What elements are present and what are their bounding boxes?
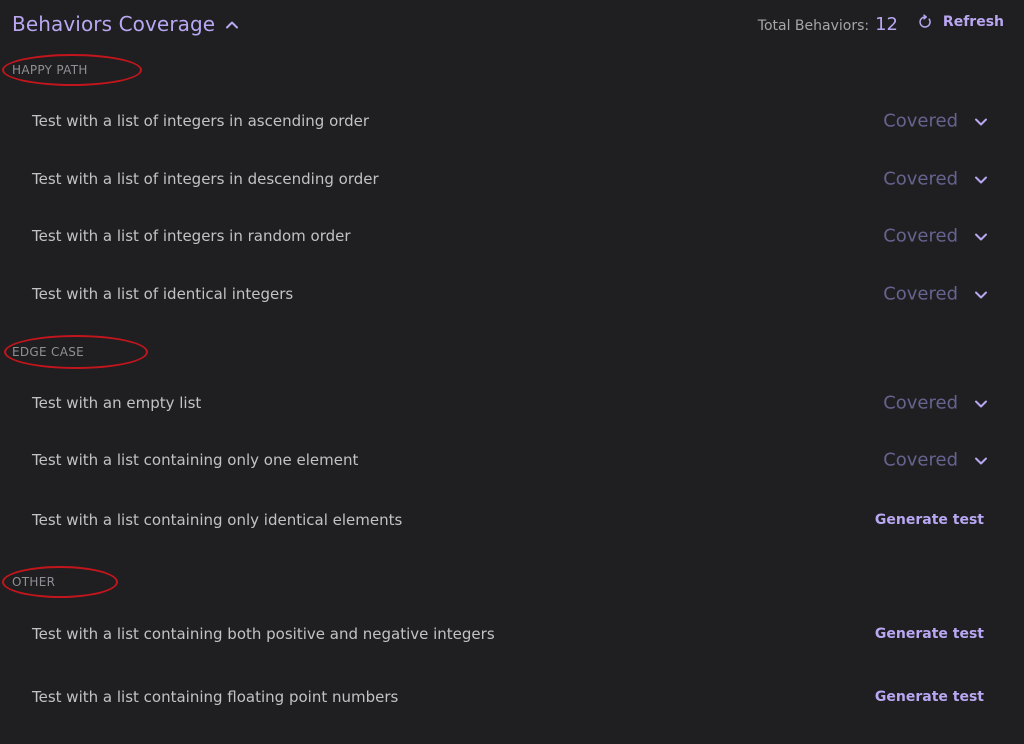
covered-status: Covered: [883, 283, 958, 305]
behavior-text: Test with a list of identical integers: [32, 285, 294, 303]
chevron-down-icon[interactable]: [974, 396, 988, 410]
generate-test-button[interactable]: Generate test: [875, 512, 984, 528]
behavior-text: Test with a list of integers in random o…: [32, 227, 351, 245]
covered-status: Covered: [883, 168, 958, 190]
behavior-text: Test with a list containing floating poi…: [32, 688, 399, 706]
covered-status: Covered: [883, 392, 958, 414]
refresh-icon: [917, 14, 933, 30]
total-behaviors: Total Behaviors: 12: [758, 14, 898, 35]
behavior-text: Test with a list containing only identic…: [32, 511, 403, 529]
behavior-row: Test with a list containing both positiv…: [0, 614, 1024, 654]
behavior-row[interactable]: Test with a list of integers in ascendin…: [0, 101, 1024, 141]
section-label-edge-case: EDGE CASE: [12, 345, 85, 359]
covered-status: Covered: [883, 449, 958, 471]
collapse-toggle[interactable]: Behaviors Coverage: [12, 12, 239, 36]
chevron-down-icon[interactable]: [974, 229, 988, 243]
total-behaviors-count: 12: [875, 14, 898, 35]
behavior-text: Test with a list containing only one ele…: [32, 451, 359, 469]
behavior-row[interactable]: Test with a list of integers in descendi…: [0, 159, 1024, 199]
behavior-text: Test with a list containing both positiv…: [32, 625, 495, 643]
section-label-other: OTHER: [12, 575, 56, 589]
behavior-row[interactable]: Test with a list of identical integers C…: [0, 274, 1024, 314]
generate-test-button[interactable]: Generate test: [875, 689, 984, 705]
behavior-row[interactable]: Test with a list of integers in random o…: [0, 216, 1024, 256]
covered-status: Covered: [883, 225, 958, 247]
covered-status: Covered: [883, 110, 958, 132]
chevron-up-icon: [225, 17, 239, 31]
behaviors-coverage-panel: Behaviors Coverage Total Behaviors: 12 R…: [0, 0, 1024, 744]
panel-title: Behaviors Coverage: [12, 12, 216, 36]
behavior-row[interactable]: Test with an empty list Covered: [0, 383, 1024, 423]
chevron-down-icon[interactable]: [974, 114, 988, 128]
behavior-row: Test with a list containing floating poi…: [0, 677, 1024, 717]
total-behaviors-label: Total Behaviors:: [757, 18, 870, 34]
behavior-text: Test with an empty list: [32, 394, 202, 412]
generate-test-button[interactable]: Generate test: [875, 626, 984, 642]
behavior-text: Test with a list of integers in ascendin…: [32, 112, 370, 130]
refresh-label: Refresh: [942, 14, 1004, 30]
behavior-row[interactable]: Test with a list containing only one ele…: [0, 440, 1024, 480]
behavior-text: Test with a list of integers in descendi…: [32, 170, 379, 188]
section-label-happy-path: HAPPY PATH: [12, 63, 88, 77]
chevron-down-icon[interactable]: [974, 453, 988, 467]
behavior-row: Test with a list containing only identic…: [0, 500, 1024, 540]
panel-header: Behaviors Coverage Total Behaviors: 12 R…: [0, 0, 1024, 50]
chevron-down-icon[interactable]: [974, 287, 988, 301]
chevron-down-icon[interactable]: [974, 172, 988, 186]
refresh-button[interactable]: Refresh: [917, 14, 1004, 30]
